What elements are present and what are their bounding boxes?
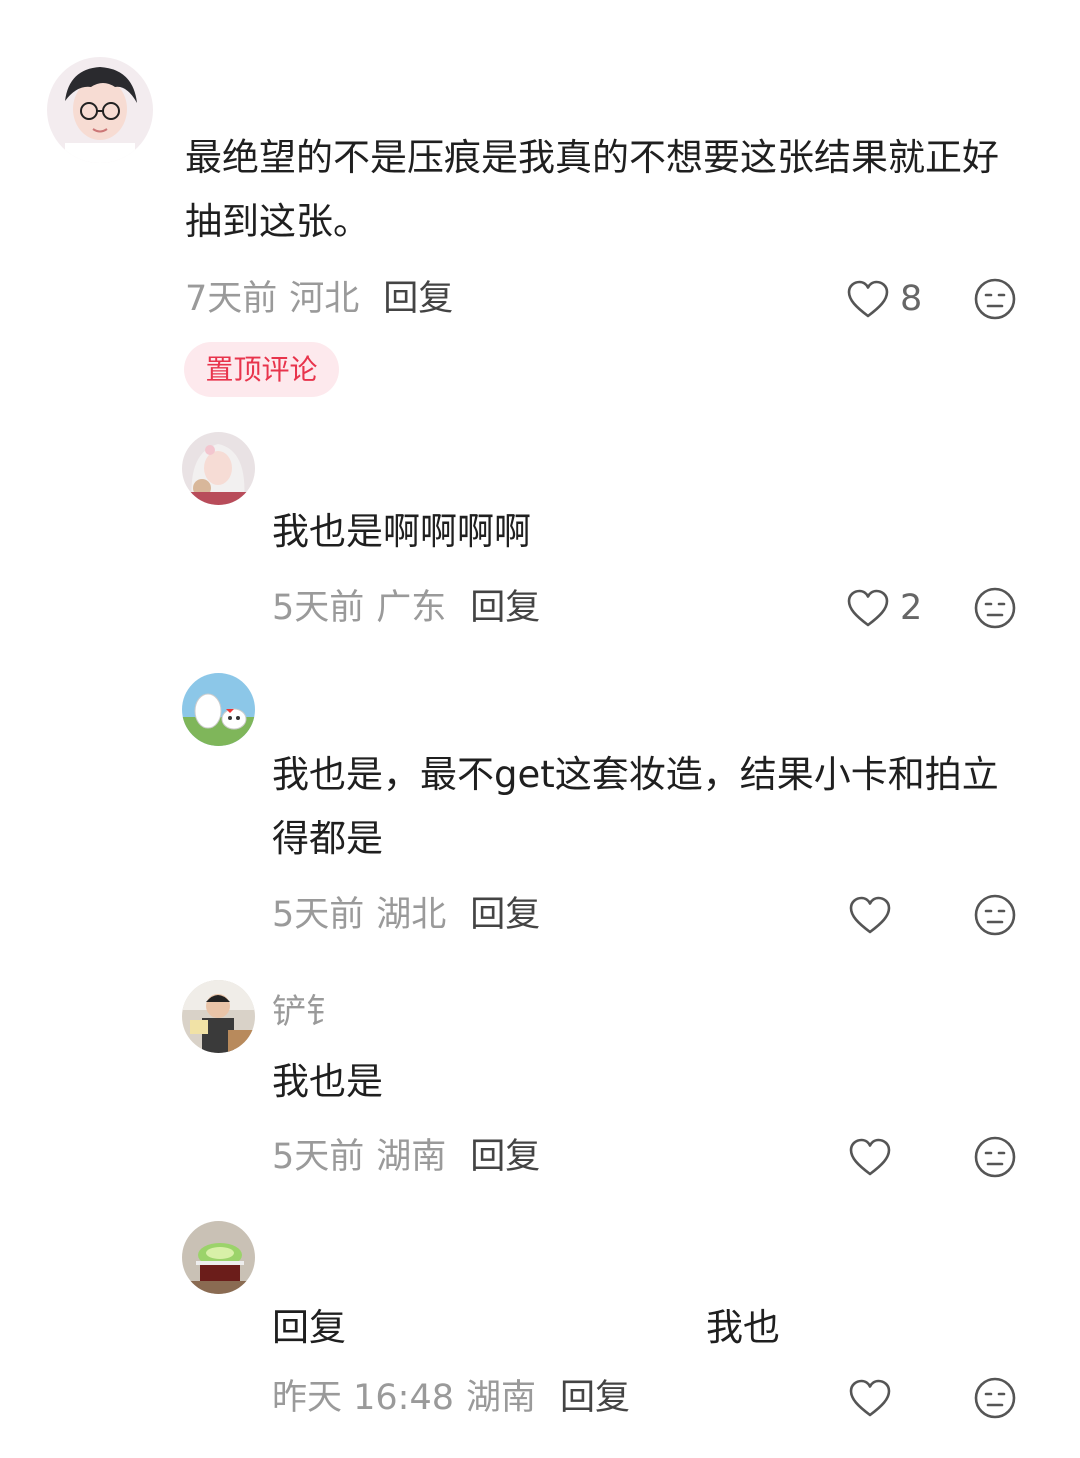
- like-button[interactable]: [848, 1135, 902, 1179]
- neutral-face-icon: [974, 587, 1016, 629]
- neutral-face-icon: [974, 894, 1016, 936]
- dislike-button[interactable]: [973, 893, 1017, 937]
- reply-button[interactable]: 回复: [383, 279, 453, 319]
- reply-button[interactable]: 回复: [470, 1137, 540, 1177]
- dislike-button[interactable]: [973, 277, 1017, 321]
- heart-outline-icon: [849, 1138, 891, 1176]
- reply-text: 我也是，最不get这套妆造，结果小卡和拍立得都是: [272, 753, 999, 860]
- like-count: 2: [900, 588, 923, 628]
- timestamp: 7天前: [185, 279, 278, 319]
- dislike-button[interactable]: [973, 586, 1017, 630]
- location: 湖南: [376, 1137, 447, 1177]
- neutral-face-icon: [974, 1377, 1016, 1419]
- like-button[interactable]: 2: [846, 586, 922, 630]
- like-button[interactable]: [848, 893, 902, 937]
- avatar[interactable]: [182, 432, 255, 505]
- location: 湖南: [466, 1378, 537, 1418]
- avatar[interactable]: [182, 673, 255, 746]
- avatar[interactable]: [182, 980, 255, 1053]
- timestamp: 5天前: [272, 588, 365, 628]
- reply-text: 回复 我也: [272, 1296, 1032, 1360]
- timestamp: 5天前: [272, 895, 365, 935]
- reply-meta: 5天前 广东 回复: [272, 586, 540, 630]
- pinned-badge: 置顶评论: [184, 342, 339, 397]
- dislike-button[interactable]: [973, 1376, 1017, 1420]
- avatar[interactable]: [47, 57, 153, 163]
- avatar[interactable]: [182, 1221, 255, 1294]
- like-count: 8: [900, 279, 923, 319]
- reply-body: 我也: [706, 1306, 780, 1349]
- heart-outline-icon: [849, 896, 891, 934]
- comment-text: 最绝望的不是压痕是我真的不想要这张结果就正好抽到这张。: [185, 136, 999, 243]
- reply-meta: 5天前 湖北 回复: [272, 893, 540, 937]
- reply-button[interactable]: 回复: [470, 895, 540, 935]
- like-button[interactable]: 8: [846, 277, 922, 321]
- location: 广东: [376, 588, 447, 628]
- reply-meta: 5天前 湖南 回复: [272, 1135, 540, 1179]
- timestamp: 5天前: [272, 1137, 365, 1177]
- username[interactable]: 铲钅: [272, 992, 340, 1032]
- comment-meta: 7天前 河北 回复: [185, 277, 453, 321]
- like-button[interactable]: [848, 1376, 902, 1420]
- neutral-face-icon: [974, 278, 1016, 320]
- reply-meta: 昨天 16:48 湖南 回复: [272, 1376, 630, 1420]
- reply-text: 我也是啊啊啊啊: [272, 510, 531, 553]
- reply-button[interactable]: 回复: [560, 1378, 630, 1418]
- heart-outline-icon: [849, 1379, 891, 1417]
- location: 河北: [289, 279, 360, 319]
- location: 湖北: [376, 895, 447, 935]
- heart-outline-icon: [847, 280, 889, 318]
- neutral-face-icon: [974, 1136, 1016, 1178]
- reply-to-label[interactable]: 回复: [272, 1306, 346, 1349]
- dislike-button[interactable]: [973, 1135, 1017, 1179]
- heart-outline-icon: [847, 589, 889, 627]
- reply-text: 我也是: [272, 1060, 383, 1103]
- timestamp: 昨天 16:48: [272, 1378, 454, 1418]
- reply-button[interactable]: 回复: [470, 588, 540, 628]
